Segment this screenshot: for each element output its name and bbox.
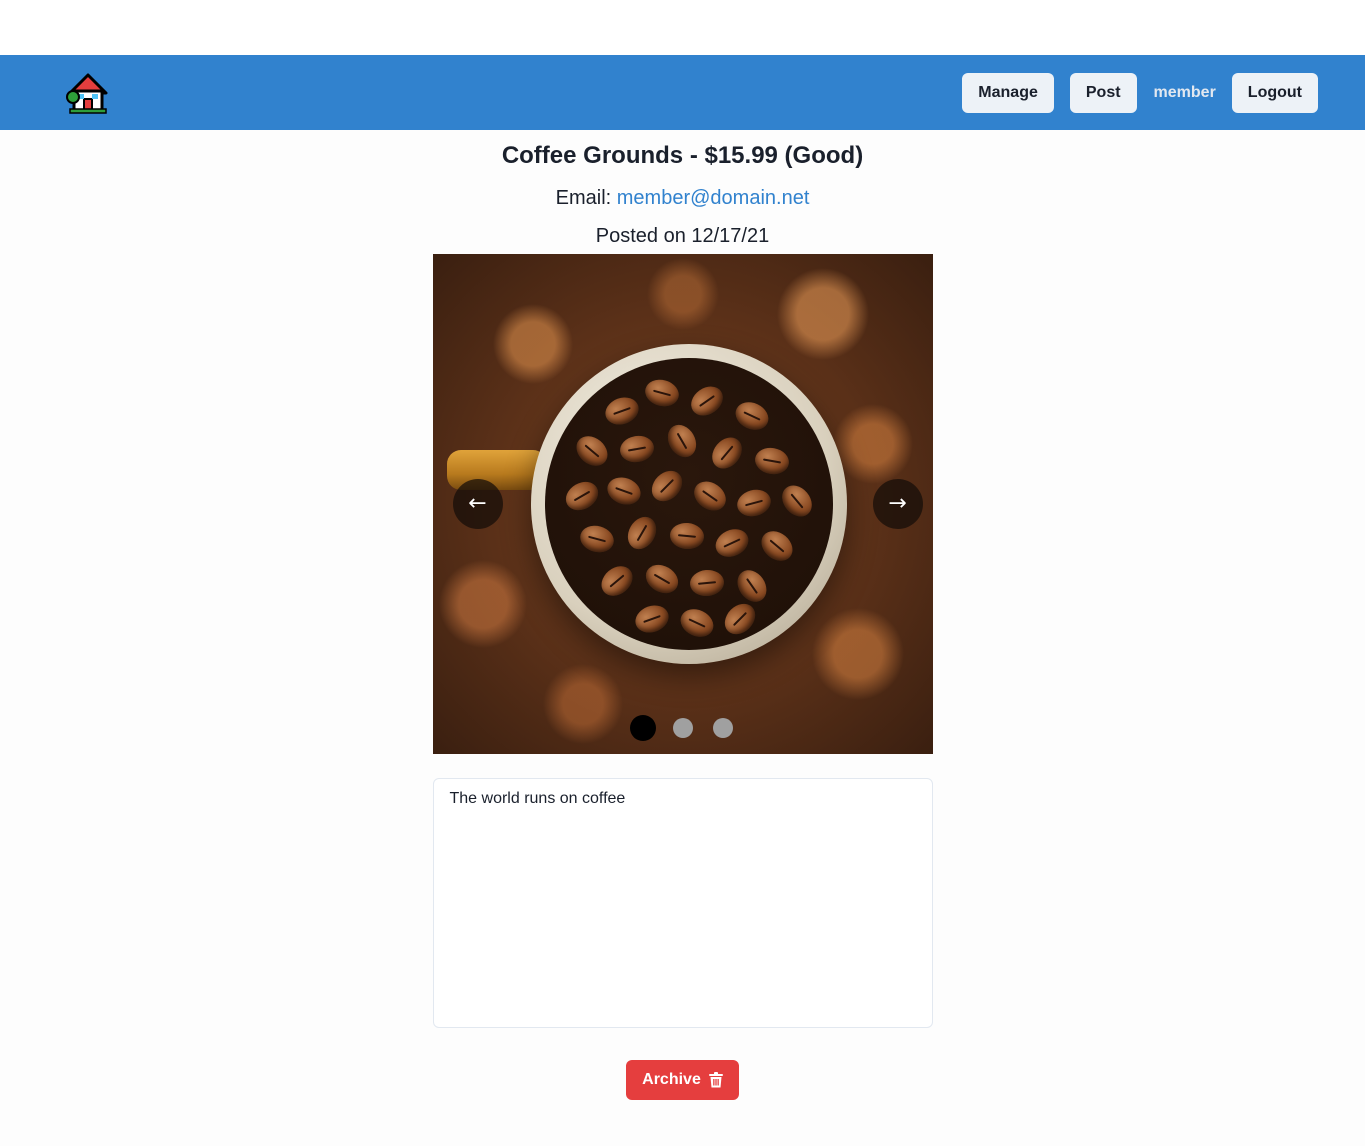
email-link[interactable]: member@domain.net — [617, 187, 810, 209]
navbar: Manage Post member Logout — [0, 55, 1365, 130]
description-box: The world runs on coffee — [432, 778, 933, 1028]
carousel-prev-button[interactable]: ← — [452, 479, 503, 529]
archive-label: Archive — [642, 1071, 701, 1088]
listing-detail: Coffee Grounds - $15.99 (Good) Email: me… — [0, 130, 1365, 1100]
post-button[interactable]: Post — [1069, 72, 1137, 113]
top-spacer — [0, 0, 1365, 55]
carousel-dot-3[interactable] — [712, 718, 733, 738]
archive-button[interactable]: Archive — [626, 1060, 739, 1100]
logout-button[interactable]: Logout — [1231, 72, 1318, 113]
posted-date: Posted on 12/17/21 — [595, 225, 770, 247]
carousel-indicators — [629, 715, 753, 741]
carousel-dot-2[interactable] — [672, 718, 693, 738]
carousel-dot-1[interactable] — [629, 715, 656, 741]
manage-button[interactable]: Manage — [962, 72, 1054, 113]
carousel-next-button[interactable]: → — [872, 479, 923, 529]
trash-icon — [708, 1072, 723, 1088]
email-label: Email: — [555, 187, 612, 209]
coffee-beans-image — [544, 358, 833, 650]
username-label: member — [1153, 83, 1216, 101]
image-carousel[interactable]: ← → — [432, 254, 933, 754]
email-line: Email: member@domain.net — [556, 186, 810, 210]
listing-title: Coffee Grounds - $15.99 (Good) — [501, 142, 864, 169]
nav-actions: Manage Post member Logout — [962, 72, 1318, 113]
house-icon[interactable] — [66, 71, 110, 115]
